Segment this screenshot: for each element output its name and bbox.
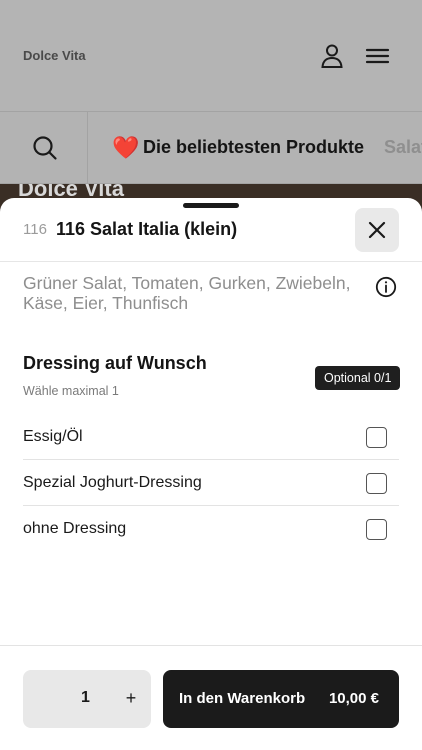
option-row-joghurt-dressing[interactable]: Spezial Joghurt-Dressing xyxy=(23,460,399,506)
category-tab-popular[interactable]: Die beliebtesten Produkte xyxy=(143,137,364,158)
cart-price: 10,00 € xyxy=(328,690,379,707)
option-group-subtitle: Wähle maximal 1 xyxy=(23,384,119,398)
sheet-header: 116 116 Salat Italia (klein) xyxy=(0,198,422,262)
quantity-value: 1 xyxy=(81,689,90,706)
quantity-stepper: 1 + xyxy=(23,670,151,728)
product-title: 116 Salat Italia (klein) xyxy=(56,219,238,239)
option-row-essig-oel[interactable]: Essig/Öl xyxy=(23,414,399,460)
product-number: 116 xyxy=(23,221,47,238)
close-icon xyxy=(368,221,386,239)
app-header: Dolce Vita xyxy=(0,0,422,112)
product-description: Grüner Salat, Tomaten, Gurken, Zwiebeln,… xyxy=(23,273,351,313)
brand-logo: Dolce Vita xyxy=(23,48,86,63)
user-icon[interactable] xyxy=(318,42,346,70)
close-button[interactable] xyxy=(355,208,399,252)
option-label: ohne Dressing xyxy=(23,520,127,537)
option-label: Essig/Öl xyxy=(23,428,83,445)
quantity-plus-button[interactable]: + xyxy=(119,684,143,712)
sheet-footer: 1 + In den Warenkorb 10,00 € xyxy=(0,645,422,750)
option-group-title: Dressing auf Wunsch xyxy=(23,353,207,373)
info-icon[interactable] xyxy=(375,276,397,298)
search-icon xyxy=(33,136,57,160)
hamburger-menu-icon[interactable] xyxy=(364,42,392,70)
drag-handle[interactable] xyxy=(183,203,239,208)
category-tab-salat[interactable]: Salat xyxy=(384,137,422,158)
option-label: Spezial Joghurt-Dressing xyxy=(23,474,202,491)
product-sheet: 116 116 Salat Italia (klein) Grüner Sala… xyxy=(0,198,422,750)
add-to-cart-button[interactable]: In den Warenkorb 10,00 € xyxy=(163,670,399,728)
option-checkbox[interactable] xyxy=(366,427,387,448)
category-bar: ❤️ Die beliebtesten Produkte Salat xyxy=(0,112,422,184)
option-list: Essig/Öl Spezial Joghurt-Dressing ohne D… xyxy=(23,414,399,552)
heart-icon: ❤️ xyxy=(112,135,140,160)
option-row-ohne-dressing[interactable]: ohne Dressing xyxy=(23,506,399,552)
category-search-button[interactable] xyxy=(0,112,88,183)
option-checkbox[interactable] xyxy=(366,519,387,540)
option-checkbox[interactable] xyxy=(366,473,387,494)
add-to-cart-label: In den Warenkorb xyxy=(179,690,306,707)
optional-badge: Optional 0/1 xyxy=(315,366,401,390)
